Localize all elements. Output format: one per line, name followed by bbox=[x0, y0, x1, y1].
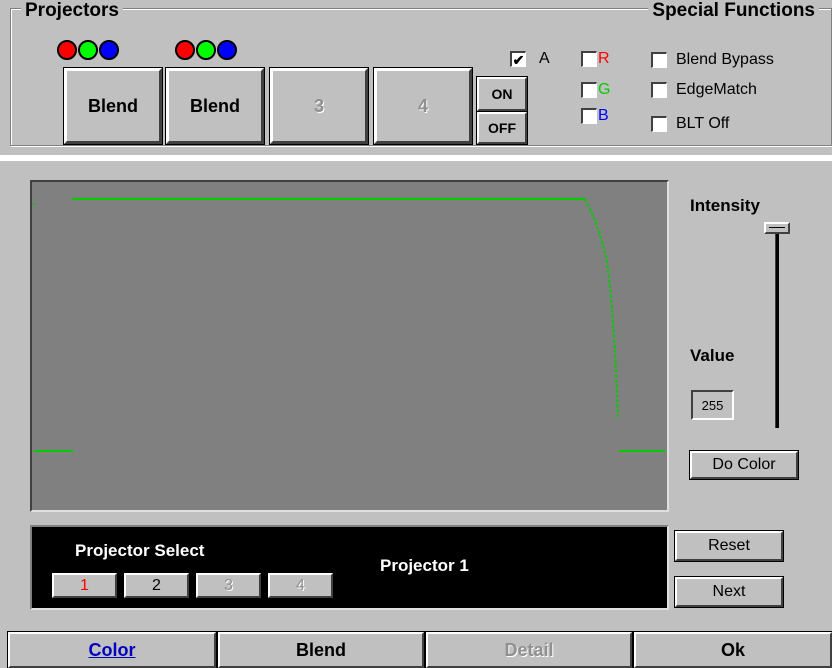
current-projector-label: Projector 1 bbox=[380, 556, 469, 575]
channel-r-label: R bbox=[598, 50, 610, 67]
green-dot-icon bbox=[78, 40, 98, 60]
checkbox-icon bbox=[581, 108, 597, 124]
next-button[interactable]: Next bbox=[675, 577, 783, 607]
projector-2-blend-button[interactable]: Blend bbox=[166, 68, 264, 144]
channel-b-label: B bbox=[598, 107, 609, 124]
projectors-title: Projectors bbox=[21, 1, 123, 21]
on-button[interactable]: ON bbox=[477, 77, 527, 111]
channel-r-checkbox[interactable]: R bbox=[581, 49, 610, 69]
checkbox-icon bbox=[651, 116, 667, 132]
green-dot-icon bbox=[196, 40, 216, 60]
projector-4-button[interactable]: 4 bbox=[374, 68, 472, 144]
tab-blend[interactable]: Blend bbox=[218, 632, 424, 668]
tab-color[interactable]: Color bbox=[8, 632, 216, 668]
channel-b-checkbox[interactable]: B bbox=[581, 106, 609, 126]
edgematch-label: EdgeMatch bbox=[676, 81, 757, 98]
channel-g-checkbox[interactable]: G bbox=[581, 80, 610, 100]
projector-select-3-button[interactable]: 3 bbox=[196, 573, 261, 598]
blt-off-checkbox[interactable]: BLT Off bbox=[651, 114, 729, 134]
tab-ok[interactable]: Ok bbox=[634, 632, 832, 668]
projector-2-rgb-indicator bbox=[175, 40, 237, 60]
blt-off-label: BLT Off bbox=[676, 115, 730, 132]
intensity-value-field[interactable]: 255 bbox=[691, 390, 734, 420]
value-label: Value bbox=[690, 346, 735, 365]
projector-select-4-button[interactable]: 4 bbox=[268, 573, 333, 598]
projector-select-1-button[interactable]: 1 bbox=[52, 573, 117, 598]
blend-curve-canvas bbox=[33, 198, 665, 452]
checkbox-icon bbox=[581, 82, 597, 98]
channel-a-checkbox[interactable]: ✔ A bbox=[510, 49, 550, 69]
do-color-button[interactable]: Do Color bbox=[690, 451, 798, 479]
checkbox-icon bbox=[581, 51, 597, 67]
projector-select-panel: Projector Select 1 2 3 4 Projector 1 bbox=[30, 525, 669, 610]
intensity-slider-track[interactable] bbox=[775, 230, 779, 428]
off-button[interactable]: OFF bbox=[477, 112, 527, 144]
blend-bypass-label: Blend Bypass bbox=[676, 51, 774, 68]
projector-select-title: Projector Select bbox=[75, 541, 205, 560]
checkbox-checked-icon: ✔ bbox=[510, 51, 526, 67]
red-dot-icon bbox=[175, 40, 195, 60]
projector-3-button[interactable]: 3 bbox=[270, 68, 368, 144]
projector-1-blend-button[interactable]: Blend bbox=[64, 68, 162, 144]
special-functions-title: Special Functions bbox=[648, 1, 819, 21]
red-dot-icon bbox=[57, 40, 77, 60]
blue-dot-icon bbox=[99, 40, 119, 60]
channel-g-label: G bbox=[598, 81, 611, 98]
checkbox-icon bbox=[651, 52, 667, 68]
channel-a-label: A bbox=[539, 50, 550, 67]
blend-curve-graph[interactable] bbox=[30, 180, 669, 512]
intensity-slider-thumb[interactable] bbox=[764, 222, 790, 234]
blue-dot-icon bbox=[217, 40, 237, 60]
tab-detail[interactable]: Detail bbox=[426, 632, 632, 668]
edgematch-checkbox[interactable]: EdgeMatch bbox=[651, 80, 757, 100]
blend-bypass-checkbox[interactable]: Blend Bypass bbox=[651, 50, 774, 70]
curve-falloff bbox=[584, 198, 619, 418]
projector-select-2-button[interactable]: 2 bbox=[124, 573, 189, 598]
intensity-label: Intensity bbox=[690, 196, 760, 215]
reset-button[interactable]: Reset bbox=[675, 531, 783, 561]
projector-1-rgb-indicator bbox=[57, 40, 119, 60]
separator bbox=[0, 155, 832, 161]
intensity-panel: Intensity Value 255 Do Color bbox=[672, 180, 820, 512]
checkbox-icon bbox=[651, 82, 667, 98]
